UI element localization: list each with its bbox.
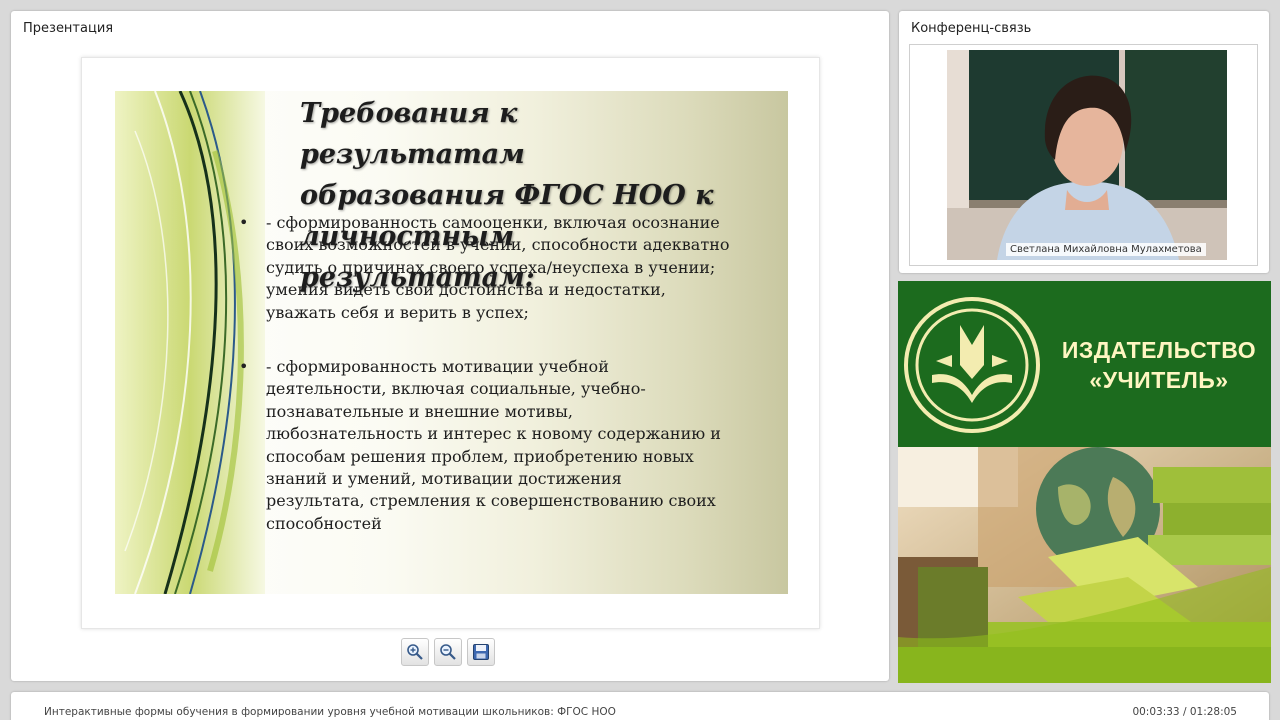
presentation-panel-title: Презентация <box>23 21 114 36</box>
publisher-banner: ИЗДАТЕЛЬСТВО «УЧИТЕЛЬ» <box>898 281 1271 683</box>
slide-frame: Требования к результатам образования ФГО… <box>81 57 820 629</box>
publisher-name: ИЗДАТЕЛЬСТВО «УЧИТЕЛЬ» <box>1061 337 1257 393</box>
bullet-text-1: - сформированность самооценки, включая о… <box>266 213 730 322</box>
books-globe-image <box>898 447 1271 683</box>
course-title: Интерактивные формы обучения в формирова… <box>44 706 616 718</box>
floppy-disk-icon <box>473 644 489 660</box>
slide-decoration <box>115 91 265 594</box>
zoom-in-button[interactable] <box>401 638 429 666</box>
slide: Требования к результатам образования ФГО… <box>115 91 788 594</box>
bottom-bar: Интерактивные формы обучения в формирова… <box>11 692 1269 720</box>
save-button[interactable] <box>467 638 495 666</box>
zoom-in-icon <box>407 644 423 660</box>
playback-timer: 00:03:33 / 01:28:05 <box>1132 706 1237 718</box>
zoom-out-icon <box>440 644 456 660</box>
speaker-name-label: Светлана Михайловна Мулахметова <box>1006 243 1206 256</box>
conference-panel: Конференц-связь Светлана Михайловна Мула… <box>899 11 1269 273</box>
speaker-video-image <box>947 50 1227 260</box>
presentation-panel: Презентация Требования к результатам обр… <box>11 11 889 681</box>
video-feed[interactable]: Светлана Михайловна Мулахметова <box>909 44 1258 266</box>
publisher-header: ИЗДАТЕЛЬСТВО «УЧИТЕЛЬ» <box>898 281 1271 447</box>
bullet-text-2: - сформированность мотивации учебной дея… <box>266 357 721 533</box>
publisher-logo-icon <box>904 297 1040 433</box>
bullet-mark: • <box>239 357 249 376</box>
conference-panel-title: Конференц-связь <box>911 21 1032 36</box>
bullet-mark: • <box>239 213 249 232</box>
zoom-out-button[interactable] <box>434 638 462 666</box>
